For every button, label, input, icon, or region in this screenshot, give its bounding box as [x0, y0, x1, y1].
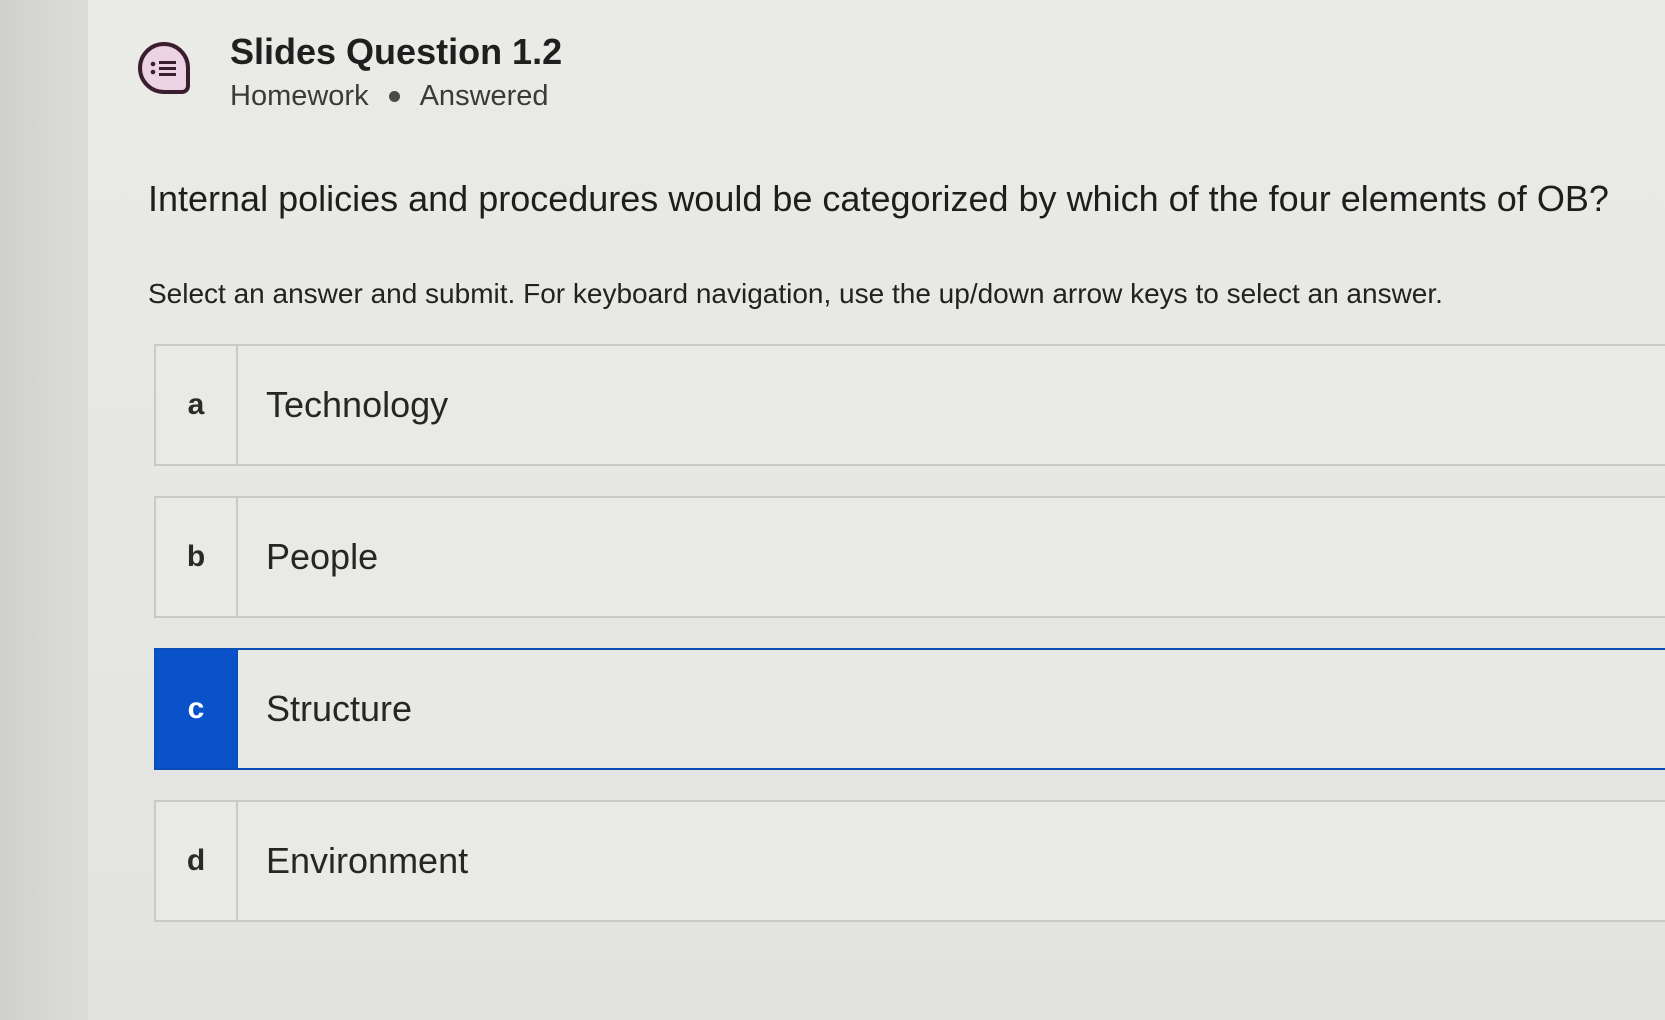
- list-bubble-icon: [138, 42, 190, 94]
- title-block: Slides Question 1.2 Homework Answered: [230, 30, 562, 113]
- answer-option-c[interactable]: c Structure: [154, 648, 1665, 770]
- instructions-text: Select an answer and submit. For keyboar…: [148, 278, 1443, 309]
- status-label: Answered: [419, 80, 549, 112]
- option-letter: c: [156, 650, 238, 768]
- question-title: Slides Question 1.2: [230, 31, 563, 72]
- option-label: People: [266, 536, 379, 577]
- option-letter: d: [156, 802, 238, 920]
- question-meta: Homework Answered: [230, 80, 562, 113]
- answer-options: a Technology b People c Structure d Envi…: [154, 344, 1665, 952]
- option-letter: a: [156, 346, 238, 464]
- question-text: Internal policies and procedures would b…: [148, 178, 1609, 219]
- option-label: Environment: [266, 840, 469, 881]
- answer-option-a[interactable]: a Technology: [154, 344, 1665, 466]
- question-card: Slides Question 1.2 Homework Answered In…: [88, 0, 1665, 1020]
- option-label: Technology: [266, 384, 449, 425]
- option-letter: b: [156, 498, 238, 616]
- answer-option-d[interactable]: d Environment: [154, 800, 1665, 922]
- separator-dot: [388, 91, 400, 102]
- category-label: Homework: [230, 80, 369, 112]
- answer-option-b[interactable]: b People: [154, 496, 1665, 618]
- option-label: Structure: [266, 688, 413, 729]
- question-header: Slides Question 1.2 Homework Answered: [138, 30, 562, 113]
- left-margin-strip: [0, 0, 89, 1020]
